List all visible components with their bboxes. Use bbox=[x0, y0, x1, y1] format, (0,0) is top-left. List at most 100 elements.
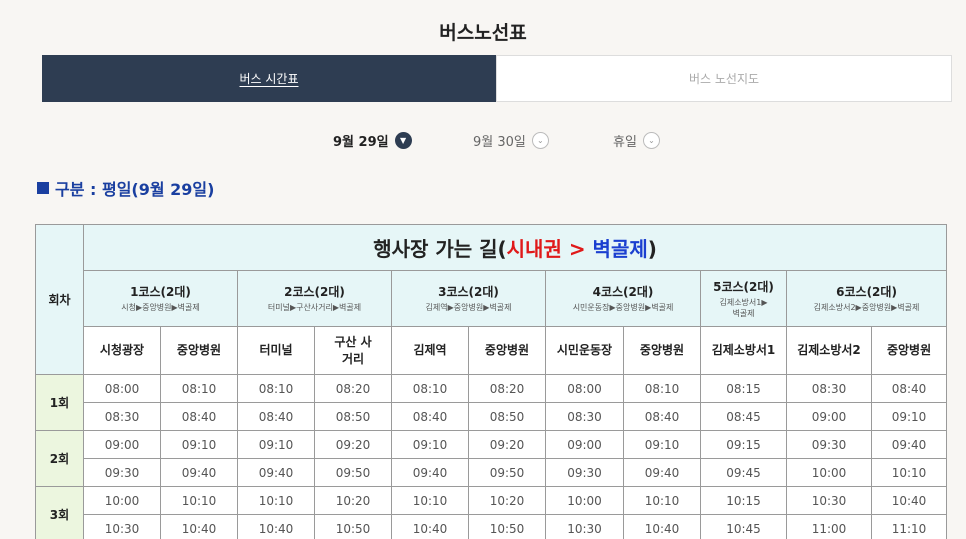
departure-time: 09:40 bbox=[237, 458, 315, 487]
departure-time: 10:45 bbox=[700, 514, 787, 539]
date-option-sep30[interactable]: 9월 30일 ⌄ bbox=[473, 131, 549, 150]
departure-time: 09:40 bbox=[623, 458, 701, 487]
course-header: 3코스(2대) 김제역▶중앙병원▶벽골제 bbox=[391, 270, 546, 327]
departure-time: 08:20 bbox=[314, 374, 392, 403]
course-route: 시청▶중앙병원▶벽골제 bbox=[121, 303, 200, 313]
course-route: 시민운동장▶중앙병원▶벽골제 bbox=[572, 303, 674, 313]
route-title-suffix: ) bbox=[647, 237, 657, 261]
date-label: 9월 30일 bbox=[473, 135, 526, 150]
stop-header: 터미널 bbox=[237, 326, 315, 375]
departure-time: 08:40 bbox=[870, 374, 948, 403]
departure-time: 10:10 bbox=[391, 486, 469, 515]
route-main-title: 행사장 가는 길(시내권 > 벽골제) bbox=[82, 224, 948, 271]
departure-time: 10:40 bbox=[391, 514, 469, 539]
round-label: 3회 bbox=[35, 486, 84, 539]
departure-time: 08:20 bbox=[468, 374, 546, 403]
course-header: 5코스(2대) 김제소방서1▶ 벽골제 bbox=[700, 270, 787, 327]
stop-header: 김제역 bbox=[391, 326, 469, 375]
departure-time: 08:10 bbox=[237, 374, 315, 403]
course-header: 2코스(2대) 터미널▶구산사거리▶벽골제 bbox=[237, 270, 392, 327]
departure-time: 10:30 bbox=[786, 486, 872, 515]
departure-time: 11:10 bbox=[870, 514, 948, 539]
departure-time: 10:30 bbox=[545, 514, 624, 539]
course-name: 6코스(2대) bbox=[836, 285, 897, 300]
bus-schedule-table: 회차 행사장 가는 길(시내권 > 벽골제) 1코스(2대) 시청▶중앙병원▶벽골… bbox=[35, 224, 948, 539]
departure-time: 09:10 bbox=[391, 430, 469, 459]
course-header: 6코스(2대) 김제소방서2▶중앙병원▶벽골제 bbox=[785, 270, 948, 327]
date-label: 9월 29일 bbox=[333, 135, 389, 150]
departure-time: 09:20 bbox=[468, 430, 546, 459]
departure-time: 09:40 bbox=[870, 430, 948, 459]
departure-time: 09:40 bbox=[391, 458, 469, 487]
departure-time: 11:00 bbox=[786, 514, 872, 539]
table-row: 1회 08:00 08:10 08:10 08:20 08:10 08:20 08:00 08:… bbox=[35, 374, 948, 431]
departure-time: 09:00 bbox=[83, 430, 161, 459]
tab-bus-timetable[interactable]: 버스 시간표 bbox=[42, 55, 496, 102]
table-row: 08:30 08:40 08:40 08:50 08:40 08:50 08:30 08:40… bbox=[36, 402, 948, 431]
departure-time: 10:50 bbox=[468, 514, 546, 539]
departure-time: 09:10 bbox=[160, 430, 238, 459]
departure-time: 09:45 bbox=[700, 458, 787, 487]
departure-time: 10:40 bbox=[160, 514, 238, 539]
departure-time: 09:30 bbox=[786, 430, 872, 459]
departure-time: 09:00 bbox=[786, 402, 872, 431]
stop-header: 중앙병원 bbox=[870, 326, 948, 375]
departure-time: 10:30 bbox=[83, 514, 161, 539]
stop-header: 중앙병원 bbox=[160, 326, 238, 375]
course-name: 4코스(2대) bbox=[592, 285, 654, 300]
date-label: 휴일 bbox=[613, 135, 637, 150]
departure-time: 08:40 bbox=[237, 402, 315, 431]
departure-time: 08:00 bbox=[83, 374, 161, 403]
departure-time: 10:40 bbox=[870, 486, 948, 515]
course-name: 2코스(2대) bbox=[284, 285, 345, 300]
square-bullet-icon bbox=[37, 182, 49, 194]
stop-header: 중앙병원 bbox=[623, 326, 701, 375]
route-title-arrow: > bbox=[561, 237, 593, 261]
chevron-down-icon: ⌄ bbox=[642, 132, 660, 149]
departure-time: 10:10 bbox=[237, 486, 315, 515]
departure-time: 09:50 bbox=[314, 458, 392, 487]
departure-time: 10:40 bbox=[623, 514, 701, 539]
departure-time: 08:45 bbox=[700, 402, 787, 431]
round-header: 회차 bbox=[35, 224, 84, 375]
departure-time: 10:20 bbox=[468, 486, 546, 515]
departure-time: 08:30 bbox=[786, 374, 872, 403]
departure-time: 08:40 bbox=[391, 402, 469, 431]
course-route: 김제소방서1▶ 벽골제 bbox=[719, 298, 768, 318]
departure-time: 09:10 bbox=[623, 430, 701, 459]
chevron-down-icon: ▼ bbox=[394, 132, 412, 149]
course-name: 3코스(2대) bbox=[438, 285, 499, 300]
section-title: 구분 : 평일(9월 29일) bbox=[37, 176, 214, 200]
course-header: 4코스(2대) 시민운동장▶중앙병원▶벽골제 bbox=[545, 270, 701, 327]
departure-time: 09:15 bbox=[700, 430, 787, 459]
departure-time: 10:00 bbox=[786, 458, 872, 487]
departure-time: 10:10 bbox=[623, 486, 701, 515]
departure-time: 08:50 bbox=[314, 402, 392, 431]
table-row: 09:30 09:40 09:40 09:50 09:40 09:50 09:30 09:40… bbox=[36, 458, 948, 487]
stop-header: 시청광장 bbox=[83, 326, 161, 375]
departure-time: 09:10 bbox=[237, 430, 315, 459]
departure-time: 08:30 bbox=[545, 402, 624, 431]
date-option-sep29[interactable]: 9월 29일 ▼ bbox=[333, 131, 412, 150]
departure-time: 09:20 bbox=[314, 430, 392, 459]
stop-header: 시민운동장 bbox=[545, 326, 624, 375]
course-route: 터미널▶구산사거리▶벽골제 bbox=[267, 303, 362, 313]
tab-bus-route-map[interactable]: 버스 노선지도 bbox=[496, 55, 952, 102]
departure-time: 08:40 bbox=[623, 402, 701, 431]
stop-header: 구산 사거리 bbox=[314, 326, 392, 375]
departure-time: 08:50 bbox=[468, 402, 546, 431]
stop-header: 김제소방서2 bbox=[786, 326, 872, 375]
course-route: 김제소방서2▶중앙병원▶벽골제 bbox=[813, 303, 920, 313]
departure-time: 08:15 bbox=[700, 374, 787, 403]
course-name: 1코스(2대) bbox=[130, 285, 191, 300]
chevron-down-icon: ⌄ bbox=[531, 132, 549, 149]
departure-time: 10:40 bbox=[237, 514, 315, 539]
departure-time: 10:15 bbox=[700, 486, 787, 515]
round-label: 1회 bbox=[35, 374, 84, 431]
date-option-holiday[interactable]: 휴일 ⌄ bbox=[613, 131, 660, 150]
table-row: 3회 10:00 10:10 10:10 10:20 10:10 10:20 10:00 10:… bbox=[35, 486, 948, 539]
table-row: 10:30 10:40 10:40 10:50 10:40 10:50 10:30 10:40… bbox=[36, 514, 948, 539]
departure-time: 10:10 bbox=[160, 486, 238, 515]
course-header: 1코스(2대) 시청▶중앙병원▶벽골제 bbox=[83, 270, 238, 327]
departure-time: 09:30 bbox=[545, 458, 624, 487]
